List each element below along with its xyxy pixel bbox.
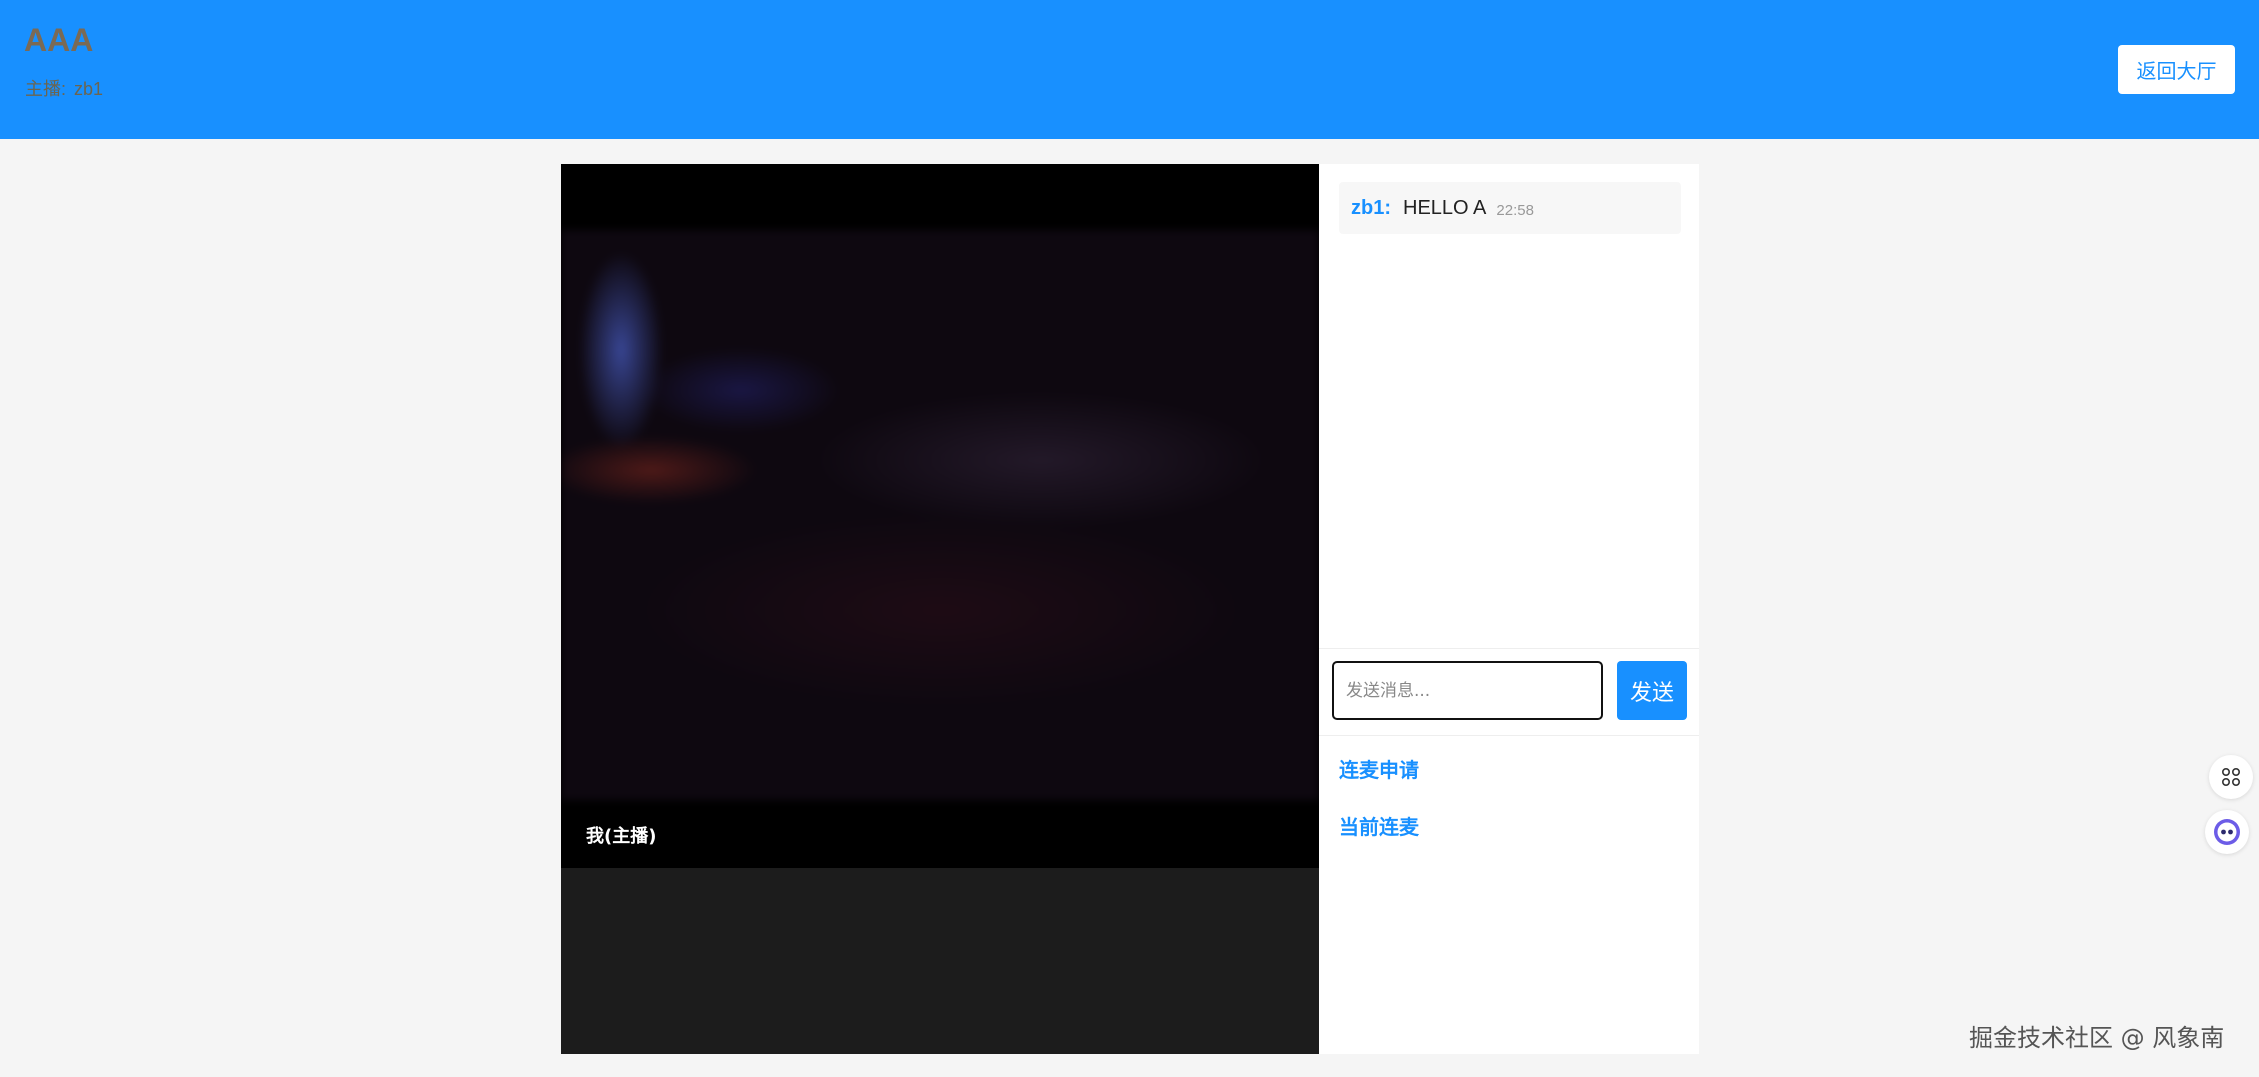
- watermark: 掘金技术社区 @ 风象南: [1969, 1024, 2225, 1052]
- host-video: 我(主播): [561, 164, 1319, 868]
- top-header: AAA 主播: zb1 返回大厅: [0, 0, 2259, 139]
- message-time: 22:58: [1496, 201, 1534, 219]
- host-name: zb1: [74, 79, 104, 99]
- message-text: HELLO A: [1403, 196, 1487, 219]
- chat-panel: zb1: HELLO A 22:58 发送 连麦申请 当前连麦: [1319, 164, 1699, 1054]
- room-title: AAA: [24, 22, 94, 58]
- video-owner-label: 我(主播): [586, 826, 657, 847]
- video-panel: 我(主播): [561, 164, 1319, 1054]
- send-button[interactable]: 发送: [1617, 661, 1687, 720]
- current-mic-section[interactable]: 当前连麦: [1339, 811, 1419, 840]
- assistant-bot-glyph: [2214, 819, 2240, 845]
- message-user: zb1:: [1351, 196, 1391, 219]
- host-label: 主播:: [25, 79, 67, 99]
- grid-icon-glyph: [2221, 767, 2241, 787]
- host-info: 主播: zb1: [25, 75, 111, 101]
- mic-request-section[interactable]: 连麦申请: [1339, 754, 1419, 783]
- chat-input-row: 发送: [1319, 648, 1699, 736]
- back-to-lobby-button[interactable]: 返回大厅: [2118, 45, 2235, 94]
- video-stream: [561, 230, 1319, 800]
- message-input[interactable]: [1332, 661, 1603, 720]
- grid-icon[interactable]: [2209, 755, 2253, 799]
- assistant-bot-icon[interactable]: [2205, 810, 2249, 854]
- chat-message: zb1: HELLO A 22:58: [1339, 182, 1681, 234]
